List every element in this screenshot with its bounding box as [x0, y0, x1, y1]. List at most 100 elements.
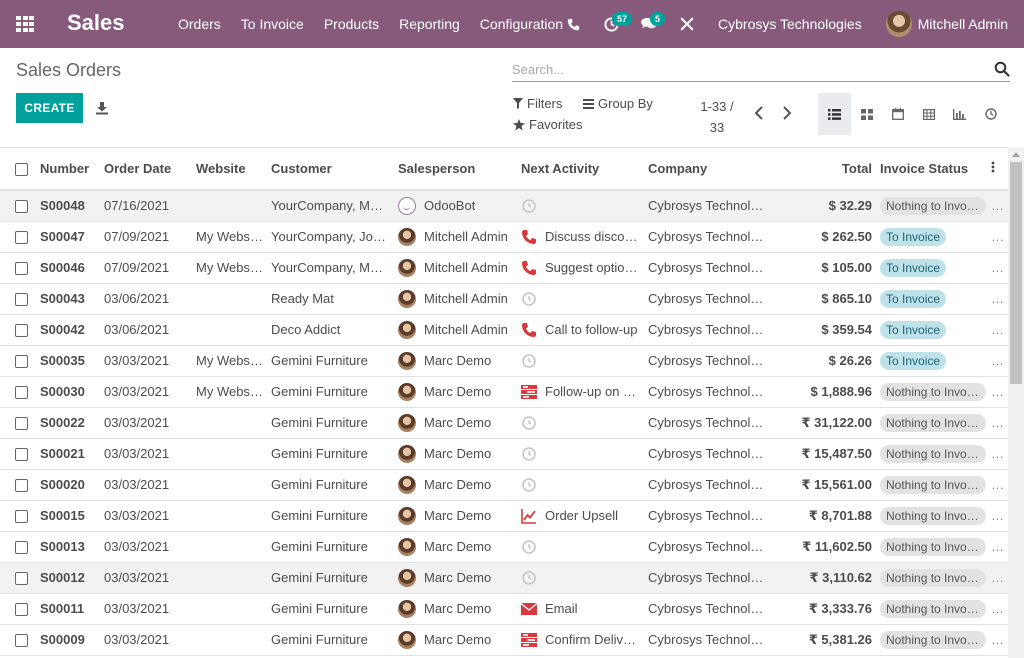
row-checkbox[interactable] [15, 634, 28, 648]
search-input[interactable] [512, 58, 992, 80]
table-row[interactable]: S00009 03/03/2021 Gemini Furniture Marc Dem… [0, 624, 1008, 655]
table-row[interactable]: S00022 03/03/2021 Gemini Furniture Marc Dem… [0, 407, 1008, 438]
tasks-icon[interactable] [521, 384, 537, 400]
pager-value[interactable]: 1-33 / 33 [695, 96, 739, 138]
phone-icon[interactable] [521, 229, 537, 245]
row-checkbox[interactable] [15, 355, 28, 369]
row-checkbox[interactable] [15, 293, 28, 307]
phone-icon[interactable] [554, 0, 592, 48]
group-by-button[interactable]: Group By [583, 96, 653, 111]
clock-icon[interactable] [521, 570, 537, 586]
order-total: $ 865.10 [821, 291, 872, 306]
order-total: ₹ 8,701.88 [808, 507, 872, 523]
column-total[interactable]: Total [768, 148, 876, 190]
row-checkbox[interactable] [15, 386, 28, 400]
column-invoice-status[interactable]: Invoice Status [876, 148, 987, 190]
table-row[interactable]: S00030 03/03/2021 My Website Gemini Furnitu… [0, 376, 1008, 407]
row-checkbox[interactable] [15, 448, 28, 462]
order-website: My Website [196, 260, 264, 275]
row-checkbox[interactable] [15, 262, 28, 276]
clock-icon[interactable] [521, 446, 537, 462]
activity-clock-icon[interactable]: 57 [592, 0, 633, 48]
create-button[interactable]: CREATE [16, 93, 83, 123]
row-checkbox[interactable] [15, 479, 28, 493]
order-number: S00046 [40, 260, 85, 275]
user-menu[interactable]: Mitchell Admin [874, 11, 1024, 37]
table-row[interactable]: S00013 03/03/2021 Gemini Furniture Marc Dem… [0, 531, 1008, 562]
table-row[interactable]: S00011 03/03/2021 Gemini Furniture Marc Dem… [0, 593, 1008, 624]
top-navbar: Sales Orders To Invoice Products Reporti… [0, 0, 1024, 48]
order-company: Cybrosys Technologies [648, 322, 768, 337]
debug-tools-icon[interactable] [668, 0, 706, 48]
activity-view-button[interactable] [975, 93, 1006, 135]
chevron-left-icon[interactable] [753, 106, 765, 120]
order-total: ₹ 15,487.50 [801, 445, 873, 461]
column-next-activity[interactable]: Next Activity [517, 148, 644, 190]
row-checkbox[interactable] [15, 603, 28, 617]
select-all-checkbox[interactable] [15, 163, 28, 177]
menu-products[interactable]: Products [314, 0, 389, 48]
table-row[interactable]: S00042 03/06/2021 Deco Addict Mitchell Admi… [0, 314, 1008, 345]
menu-orders[interactable]: Orders [168, 0, 231, 48]
column-customer[interactable]: Customer [267, 148, 394, 190]
table-row[interactable]: S00021 03/03/2021 Gemini Furniture Marc Dem… [0, 438, 1008, 469]
chevron-right-icon[interactable] [781, 106, 793, 120]
table-row[interactable]: S00035 03/03/2021 My Website Gemini Furnitu… [0, 345, 1008, 376]
graph-view-button[interactable] [944, 93, 975, 135]
search-icon[interactable] [994, 61, 1010, 77]
row-checkbox[interactable] [15, 541, 28, 555]
row-checkbox[interactable] [15, 324, 28, 338]
row-checkbox[interactable] [15, 231, 28, 245]
messages-icon[interactable]: 5 [630, 0, 668, 48]
filters-button[interactable]: Filters [513, 96, 562, 111]
scrollbar-thumb[interactable] [1010, 162, 1022, 384]
column-company[interactable]: Company [644, 148, 768, 190]
table-row[interactable]: S00047 07/09/2021 My Website YourCompany, J… [0, 221, 1008, 252]
pivot-view-button[interactable] [913, 93, 944, 135]
table-icon [922, 108, 935, 120]
vertical-scrollbar[interactable] [1008, 147, 1024, 658]
table-row[interactable]: S00043 03/06/2021 Ready Mat Mitchell Admin C… [0, 283, 1008, 314]
menu-reporting[interactable]: Reporting [389, 0, 470, 48]
envelope-icon[interactable] [521, 601, 537, 617]
order-company: Cybrosys Technologies [648, 446, 768, 461]
calendar-view-button[interactable] [882, 93, 913, 135]
company-switcher[interactable]: Cybrosys Technologies [706, 16, 874, 32]
order-number: S00042 [40, 322, 85, 337]
column-salesperson[interactable]: Salesperson [394, 148, 517, 190]
phone-icon[interactable] [521, 322, 537, 338]
row-checkbox[interactable] [15, 417, 28, 431]
column-number[interactable]: Number [36, 148, 100, 190]
column-website[interactable]: Website [192, 148, 267, 190]
clock-icon[interactable] [521, 415, 537, 431]
tasks-icon[interactable] [521, 632, 537, 648]
table-row[interactable]: S00012 03/03/2021 Gemini Furniture Marc Dem… [0, 562, 1008, 593]
clock-icon[interactable] [521, 291, 537, 307]
app-name[interactable]: Sales [67, 10, 125, 36]
clock-icon[interactable] [521, 539, 537, 555]
kanban-view-button[interactable] [851, 93, 882, 135]
clock-icon[interactable] [521, 353, 537, 369]
phone-icon[interactable] [521, 260, 537, 276]
table-row[interactable]: S00015 03/03/2021 Gemini Furniture Marc Dem… [0, 500, 1008, 531]
list-view-button[interactable] [818, 93, 851, 135]
clock-icon[interactable] [521, 198, 537, 214]
clock-icon[interactable] [521, 477, 537, 493]
favorites-button[interactable]: Favorites [513, 117, 582, 132]
line-chart-icon[interactable] [521, 508, 537, 524]
star-icon [513, 118, 525, 130]
scroll-up-arrow-icon[interactable] [1012, 152, 1020, 157]
salesperson-avatar [398, 630, 416, 649]
order-date: 03/03/2021 [104, 508, 170, 523]
table-row[interactable]: S00048 07/16/2021 YourCompany, Marc Demo Od… [0, 190, 1008, 221]
optional-columns-toggle[interactable] [987, 148, 1008, 190]
menu-to-invoice[interactable]: To Invoice [231, 0, 314, 48]
download-icon[interactable] [95, 101, 109, 115]
table-row[interactable]: S00020 03/03/2021 Gemini Furniture Marc Dem… [0, 469, 1008, 500]
row-checkbox[interactable] [15, 200, 28, 214]
column-order-date[interactable]: Order Date [100, 148, 192, 190]
row-checkbox[interactable] [15, 510, 28, 524]
apps-menu-icon[interactable] [16, 16, 34, 32]
table-row[interactable]: S00046 07/09/2021 My Website YourCompany, M… [0, 252, 1008, 283]
row-checkbox[interactable] [15, 572, 28, 586]
